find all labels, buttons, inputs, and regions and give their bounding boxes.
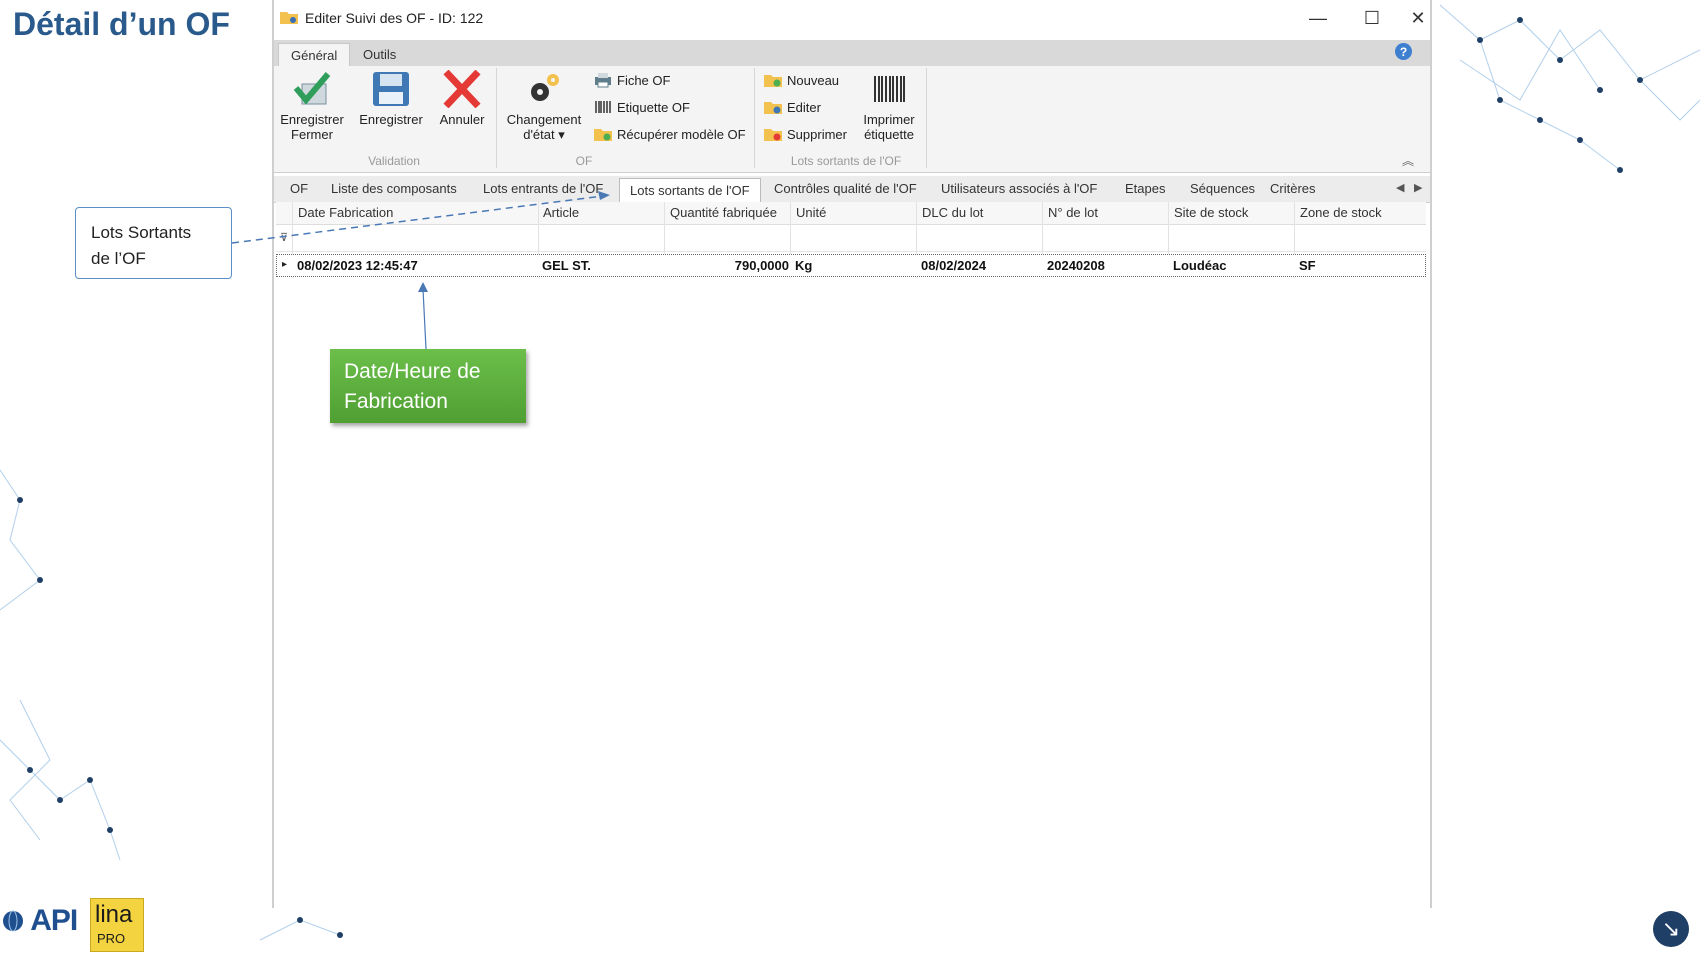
api-logo: API [2,904,78,938]
next-slide-button[interactable]: ↘ [1653,911,1689,947]
annotation-arrows [231,191,610,350]
callout-date-fabrication: Date/Heure de Fabrication [330,349,526,423]
callout-lots-arrowhead [598,191,610,200]
lina-logo-text: lina [95,901,133,928]
callout-lots-sortants: Lots Sortants de l’OF [75,207,232,279]
lina-pro-logo: lina PRO [90,898,144,952]
callout-date-arrow [422,288,427,350]
lina-pro-text: PRO [97,931,126,946]
api-logo-text: API [30,904,78,937]
globe-icon [3,910,23,932]
callout-date-arrowhead [418,282,428,292]
callout-lots-arrow [231,195,604,244]
